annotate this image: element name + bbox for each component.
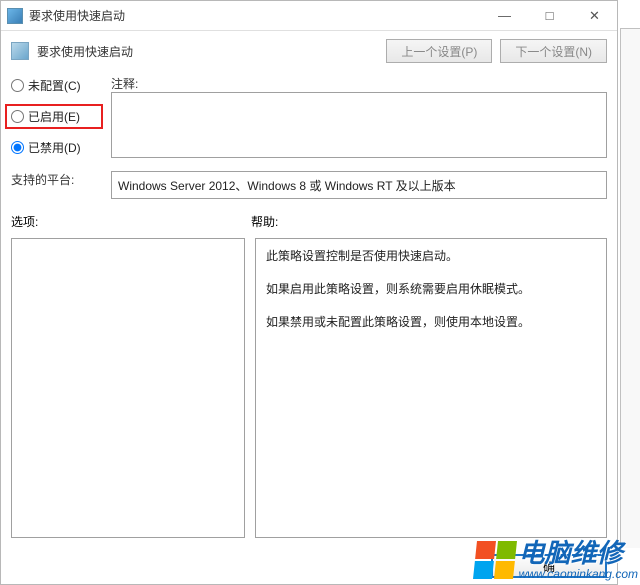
comment-textarea[interactable] <box>111 92 607 158</box>
policy-icon <box>11 42 29 60</box>
policy-title: 要求使用快速启动 <box>37 43 378 60</box>
minimize-button[interactable]: — <box>482 1 527 30</box>
background-edge <box>620 28 640 548</box>
radio-enabled-input[interactable] <box>11 110 24 123</box>
footer: 确 <box>1 548 617 584</box>
header-row: 要求使用快速启动 上一个设置(P) 下一个设置(N) <box>1 31 617 75</box>
help-line-1: 此策略设置控制是否使用快速启动。 <box>266 247 596 266</box>
radio-not-configured-input[interactable] <box>11 79 24 92</box>
next-setting-button[interactable]: 下一个设置(N) <box>500 39 607 63</box>
config-area: 未配置(C) 已启用(E) 已禁用(D) 注释: 支持的平台: Windows … <box>1 75 617 199</box>
window-title: 要求使用快速启动 <box>29 7 482 24</box>
ok-button[interactable]: 确 <box>491 554 607 578</box>
radio-disabled-label: 已禁用(D) <box>28 139 81 156</box>
app-icon <box>7 8 23 24</box>
radio-disabled-input[interactable] <box>11 141 24 154</box>
platform-label: 支持的平台: <box>11 171 103 188</box>
comment-section: 注释: <box>111 75 607 161</box>
radio-not-configured[interactable]: 未配置(C) <box>11 77 103 94</box>
help-line-2: 如果启用此策略设置，则系统需要启用休眠模式。 <box>266 280 596 299</box>
radio-column: 未配置(C) 已启用(E) 已禁用(D) <box>11 75 103 156</box>
window-controls: — □ ✕ <box>482 1 617 30</box>
options-label: 选项: <box>11 213 251 230</box>
dialog-window: 要求使用快速启动 — □ ✕ 要求使用快速启动 上一个设置(P) 下一个设置(N… <box>0 0 618 585</box>
options-panel <box>11 238 245 538</box>
radio-disabled[interactable]: 已禁用(D) <box>11 139 103 156</box>
previous-setting-button[interactable]: 上一个设置(P) <box>386 39 492 63</box>
panels-row: 此策略设置控制是否使用快速启动。 如果启用此策略设置，则系统需要启用休眠模式。 … <box>1 234 617 548</box>
titlebar: 要求使用快速启动 — □ ✕ <box>1 1 617 31</box>
radio-not-configured-label: 未配置(C) <box>28 77 81 94</box>
comment-label: 注释: <box>111 75 607 92</box>
help-line-3: 如果禁用或未配置此策略设置，则使用本地设置。 <box>266 313 596 332</box>
help-panel: 此策略设置控制是否使用快速启动。 如果启用此策略设置，则系统需要启用休眠模式。 … <box>255 238 607 538</box>
maximize-button[interactable]: □ <box>527 1 572 30</box>
radio-enabled[interactable]: 已启用(E) <box>5 104 103 129</box>
close-button[interactable]: ✕ <box>572 1 617 30</box>
help-label: 帮助: <box>251 213 278 230</box>
middle-labels: 选项: 帮助: <box>1 199 617 234</box>
radio-enabled-label: 已启用(E) <box>28 108 80 125</box>
platform-text: Windows Server 2012、Windows 8 或 Windows … <box>118 179 456 193</box>
platform-box: Windows Server 2012、Windows 8 或 Windows … <box>111 171 607 199</box>
